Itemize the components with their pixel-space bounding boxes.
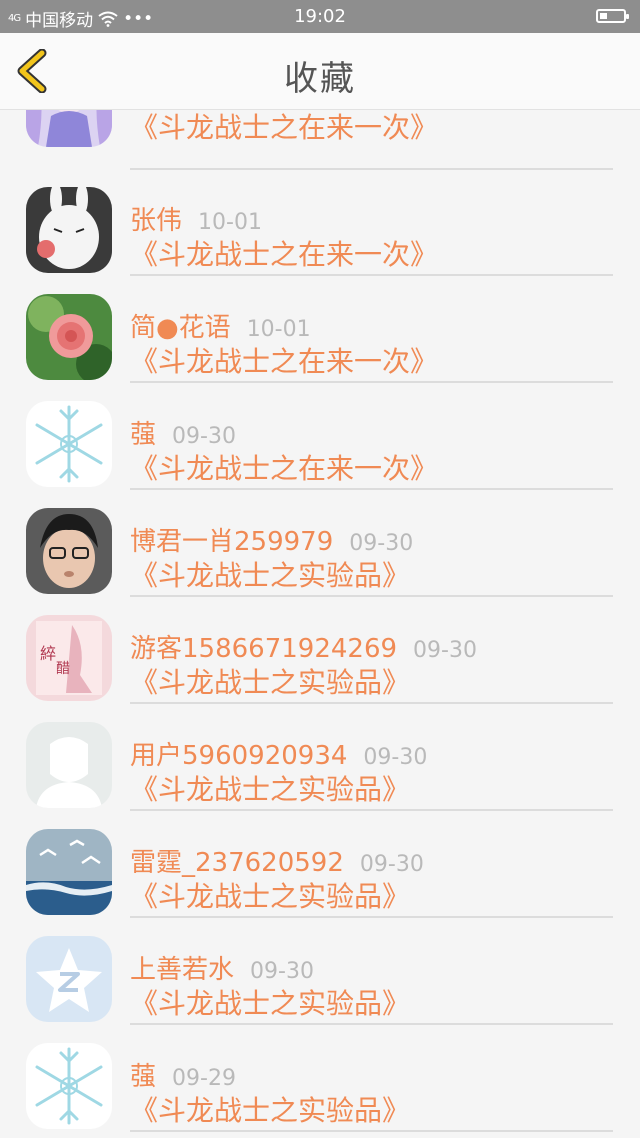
favorite-date: 09-30 bbox=[363, 745, 428, 770]
book-title[interactable]: 《斗龙战士之实验品》 bbox=[130, 661, 410, 701]
list-item[interactable]: 上善若水 09-30 《斗龙战士之实验品》 bbox=[0, 918, 640, 1025]
snowflake-avatar bbox=[26, 1043, 112, 1129]
svg-text:醋: 醋 bbox=[56, 661, 70, 677]
snowflake-avatar bbox=[26, 401, 112, 487]
book-title[interactable]: 《斗龙战士之实验品》 bbox=[130, 875, 410, 915]
list-item[interactable]: 綷 醋 游客1586671924269 09-30 《斗龙战士之实验品》 bbox=[0, 597, 640, 704]
user-name: 游客1586671924269 bbox=[130, 634, 398, 664]
list-item[interactable]: 博君一肖259979 09-30 《斗龙战士之实验品》 bbox=[0, 490, 640, 597]
list-item[interactable]: 蔃 09-29 《斗龙战士之实验品》 bbox=[0, 1025, 640, 1132]
favorite-date: 10-01 bbox=[198, 210, 262, 235]
favorite-date: 09-30 bbox=[349, 531, 414, 556]
seagulls-avatar bbox=[26, 829, 112, 915]
list-item[interactable]: 用户5960920934 09-30 《斗龙战士之实验品》 bbox=[0, 704, 640, 811]
favorite-date: 09-30 bbox=[413, 638, 477, 663]
qq-default-avatar bbox=[26, 936, 112, 1022]
status-time: 19:02 bbox=[294, 6, 346, 27]
user-name: 简●花语 bbox=[130, 313, 231, 343]
user-name: 张伟 bbox=[130, 206, 183, 236]
battery-level bbox=[600, 13, 607, 19]
book-title[interactable]: 《斗龙战士之实验品》 bbox=[130, 768, 410, 808]
user-name: 博君一肖259979 bbox=[130, 527, 334, 557]
page-title: 收藏 bbox=[284, 59, 356, 99]
rabbit-avatar bbox=[26, 187, 112, 273]
book-title[interactable]: 《斗龙战士之在来一次》 bbox=[130, 233, 438, 273]
favorite-date: 09-29 bbox=[172, 1066, 236, 1091]
book-title[interactable]: 《斗龙战士之实验品》 bbox=[130, 554, 410, 594]
favorite-date: 09-30 bbox=[250, 959, 314, 984]
list-item[interactable]: 简●花语 10-01 《斗龙战士之在来一次》 bbox=[0, 276, 640, 383]
list-item[interactable]: 123456789wan10-01 《斗龙战士之在来一次》 bbox=[0, 109, 640, 170]
anime-girl-avatar bbox=[26, 109, 112, 147]
book-title[interactable]: 《斗龙战士之实验品》 bbox=[130, 1089, 410, 1129]
boy-photo-avatar bbox=[26, 508, 112, 594]
svg-text:綷: 綷 bbox=[40, 644, 56, 663]
favorite-date: 09-30 bbox=[172, 424, 236, 449]
divider bbox=[130, 1130, 613, 1132]
book-title[interactable]: 《斗龙战士之在来一次》 bbox=[130, 109, 438, 146]
status-bar: 4G 中国移动 ••• 19:02 bbox=[0, 0, 640, 33]
list-item[interactable]: 蔃 09-30 《斗龙战士之在来一次》 bbox=[0, 383, 640, 490]
book-title[interactable]: 《斗龙战士之在来一次》 bbox=[130, 447, 438, 487]
rose-avatar bbox=[26, 294, 112, 380]
user-name: 用户5960920934 bbox=[130, 741, 348, 771]
favorites-list[interactable]: 123456789wan10-01 《斗龙战士之在来一次》 张伟 10-01 《斗… bbox=[0, 109, 640, 1138]
battery-icon bbox=[596, 9, 629, 23]
user-name: 蔃 bbox=[130, 420, 157, 450]
nav-bar: 收藏 bbox=[0, 33, 640, 110]
user-name: 蔃 bbox=[130, 1062, 157, 1092]
default-silhouette-avatar bbox=[26, 722, 112, 808]
book-title[interactable]: 《斗龙战士之实验品》 bbox=[130, 982, 410, 1022]
favorite-date: 09-30 bbox=[359, 852, 424, 877]
list-item[interactable]: 张伟 10-01 《斗龙战士之在来一次》 bbox=[0, 169, 640, 276]
book-title[interactable]: 《斗龙战士之在来一次》 bbox=[130, 340, 438, 380]
user-name: 上善若水 bbox=[130, 955, 235, 985]
list-item[interactable]: 雷霆_237620592 09-30 《斗龙战士之实验品》 bbox=[0, 811, 640, 918]
user-name: 雷霆_237620592 bbox=[130, 848, 344, 878]
favorite-date: 10-01 bbox=[246, 317, 311, 342]
book-cover-avatar: 綷 醋 bbox=[26, 615, 112, 701]
